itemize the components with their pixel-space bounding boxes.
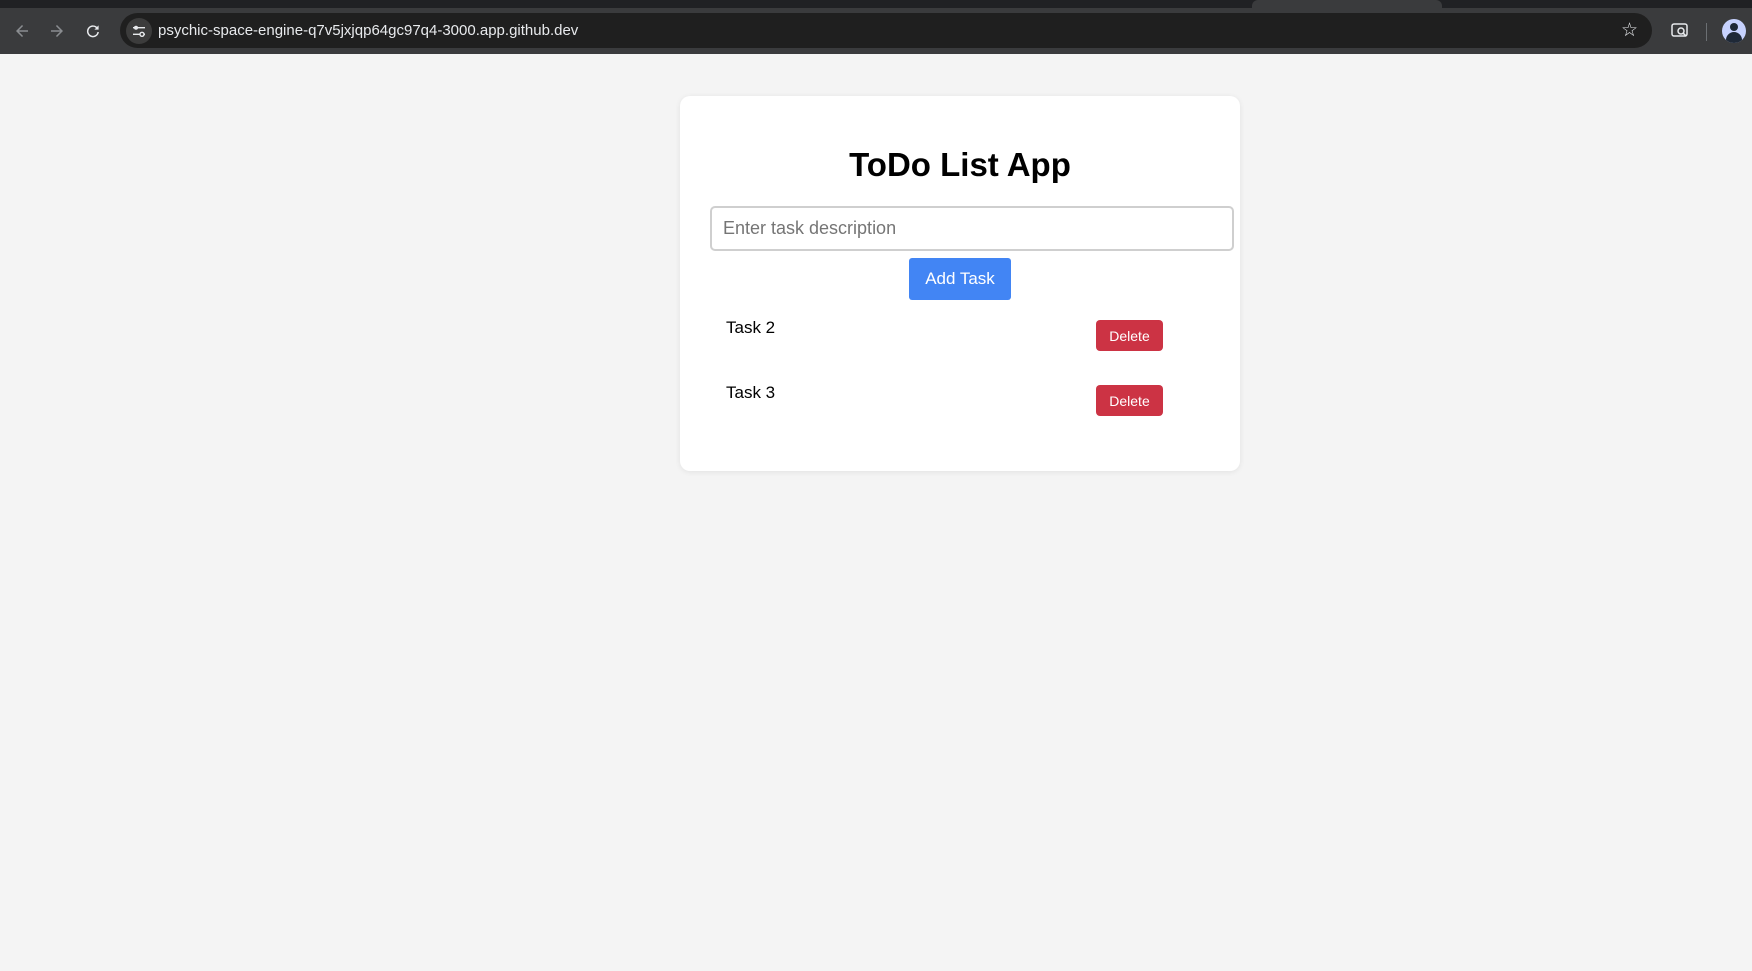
- profile-avatar[interactable]: [1722, 19, 1746, 43]
- back-arrow-icon[interactable]: [9, 18, 35, 44]
- browser-toolbar: psychic-space-engine-q7v5jxjqp64gc97q4-3…: [0, 8, 1752, 54]
- task-item: Task 2 Delete: [710, 318, 1186, 383]
- browser-chrome: psychic-space-engine-q7v5jxjqp64gc97q4-3…: [0, 0, 1752, 54]
- task-description-input[interactable]: [710, 206, 1234, 251]
- task-item: Task 3 Delete: [710, 383, 1186, 448]
- task-list: Task 2 Delete Task 3 Delete: [710, 318, 1186, 448]
- add-task-button[interactable]: Add Task: [909, 258, 1011, 300]
- avatar-body-shape: [1726, 32, 1742, 43]
- page-title: ToDo List App: [849, 146, 1071, 183]
- todo-card: ToDo List App Add Task Task 2 Delete Tas…: [680, 96, 1240, 471]
- delete-task-button[interactable]: Delete: [1096, 385, 1163, 416]
- tune-icon[interactable]: [126, 18, 152, 44]
- task-label: Task 3: [726, 383, 776, 402]
- address-bar[interactable]: psychic-space-engine-q7v5jxjqp64gc97q4-3…: [120, 13, 1652, 48]
- avatar-head-shape: [1730, 23, 1738, 31]
- forward-arrow-icon[interactable]: [44, 18, 70, 44]
- active-tab[interactable]: [1252, 0, 1442, 8]
- url-text[interactable]: psychic-space-engine-q7v5jxjqp64gc97q4-3…: [158, 22, 578, 39]
- bookmark-star-icon[interactable]: ☆: [1621, 19, 1638, 43]
- search-lens-icon[interactable]: [1668, 19, 1692, 43]
- tab-strip: [0, 0, 1752, 8]
- toolbar-divider: [1706, 23, 1707, 41]
- delete-task-button[interactable]: Delete: [1096, 320, 1163, 351]
- reload-icon[interactable]: [80, 18, 106, 44]
- task-label: Task 2: [726, 318, 776, 337]
